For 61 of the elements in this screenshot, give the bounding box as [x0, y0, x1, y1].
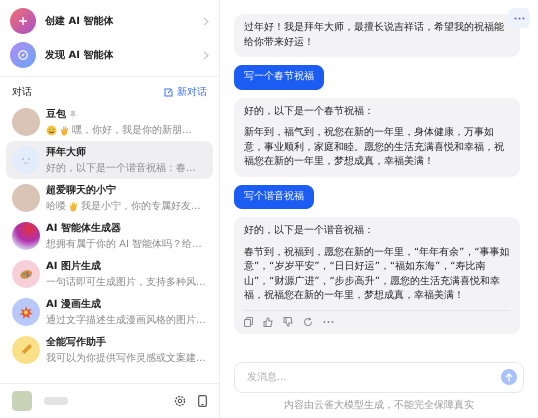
waving-hand-icon: [59, 124, 70, 136]
refresh-icon: [303, 316, 313, 326]
waving-hand-icon: [68, 200, 79, 212]
message-preview: 哈喽: [46, 200, 66, 213]
message-preview: 我可以为你提供写作灵感或文案建...: [46, 352, 206, 365]
conversation-title: 超爱聊天的小宁: [46, 183, 116, 197]
message-preview: 通过文字描述生成漫画风格的图片...: [46, 314, 206, 327]
settings-icon: [174, 395, 186, 407]
pencil-icon: [12, 336, 40, 364]
user-message-bubble: 写个谐音祝福: [234, 184, 314, 209]
message-preview: 嘿，你好，我是你的新朋...: [72, 124, 192, 137]
message-text: 好的，以下是一个春节祝福：: [244, 104, 375, 118]
message-preview: 我是小宁，你的专属好友...: [81, 200, 201, 213]
avatar-placeholder: [12, 184, 40, 212]
thumbs-up-icon: [263, 316, 273, 326]
message-preview: 好的，以下是一个谐音祝福：春...: [46, 162, 196, 175]
disclaimer-text: 内容由云雀大模型生成，不能完全保障真实: [283, 398, 475, 412]
message-preview: 一句话即可生成图片，支持多种风...: [46, 276, 206, 289]
message-text: 好的，以下是一个谐音祝福：: [244, 224, 375, 238]
message-text: 春节到，祝福到，愿您在新的一年里，“年年有余”，“事事如意”，“岁岁平安”，“日日好运”，“福如东海”，“寿比南山”，“财源广进”，“步步高升”，愿您的生活充满喜悦和幸福，祝福您在新的一年里，梦想成真，幸福美满！: [244, 246, 510, 303]
conversation-title: AI 智能体生成器: [46, 222, 121, 235]
conversation-title: 全能写作助手: [46, 336, 106, 349]
edit-icon: [164, 88, 173, 96]
conversation-item[interactable]: AI 图片生成 一句话即可生成图片，支持多种风...: [6, 255, 213, 293]
arrow-up-icon: [505, 372, 513, 382]
user-message-bubble: 写一个春节祝福: [234, 65, 324, 90]
new-chat-link[interactable]: 新对话: [164, 85, 207, 99]
more-icon: [514, 16, 524, 20]
chevron-right-icon: [203, 16, 209, 26]
message-input[interactable]: 发消息...: [234, 362, 524, 393]
more-button[interactable]: [508, 8, 530, 28]
conversation-item[interactable]: 豆包 嘿，你好，我是你的新朋...: [6, 103, 213, 141]
conversation-title: AI 漫画生成: [46, 298, 101, 311]
conversation-item[interactable]: 超爱聊天的小宁 哈喽 我是小宁，你的专属好友...: [6, 179, 213, 217]
palette-icon: [12, 260, 40, 288]
conversation-item[interactable]: AI 漫画生成 通过文字描述生成漫画风格的图片...: [6, 293, 213, 331]
sidebar-action[interactable]: 创建 AI 智能体: [0, 4, 219, 38]
blurred-username: [44, 397, 68, 405]
conversation-item[interactable]: 全能写作助手 我可以为你提供写作灵感或文案建...: [6, 331, 213, 369]
compass-icon: [10, 42, 36, 68]
chevron-right-icon: [203, 50, 209, 60]
copy-icon: [244, 316, 253, 326]
conversation-item[interactable]: 拜年大师 好的，以下是一个谐音祝福：春...: [6, 141, 213, 179]
conversation-title: AI 图片生成: [46, 260, 101, 273]
smiley-icon: [46, 124, 57, 136]
face-avatar-icon: [12, 146, 40, 174]
conversation-item[interactable]: AI 智能体生成器 想拥有属于你的 AI 智能体吗？给...: [6, 217, 213, 255]
sidebar-action[interactable]: 发现 AI 智能体: [0, 38, 219, 72]
avatar-placeholder: [12, 391, 32, 411]
thumbs-down-icon: [283, 316, 293, 326]
conversation-title: 拜年大师: [46, 146, 86, 159]
burst-icon: [12, 298, 40, 326]
conversation-title: 豆包: [46, 108, 66, 121]
message-text: 新年到，福气到，祝您在新的一年里，身体健康，万事如意，事业顺利，家庭和睦。愿您的生活充满喜悦和幸福，祝福您在新的一年里，梦想成真，幸福美满！: [244, 126, 505, 169]
plus-icon: [10, 8, 36, 34]
message-text: 过年好！我是拜年大师，最擅长说吉祥话，希望我的祝福能给你带来好运！: [244, 21, 505, 50]
section-title: 对话: [12, 86, 32, 99]
avatar-placeholder: [12, 108, 40, 136]
gradient-avatar-icon: [12, 222, 40, 250]
phone-icon: [198, 395, 207, 407]
message-preview: 想拥有属于你的 AI 智能体吗？给...: [46, 238, 202, 251]
